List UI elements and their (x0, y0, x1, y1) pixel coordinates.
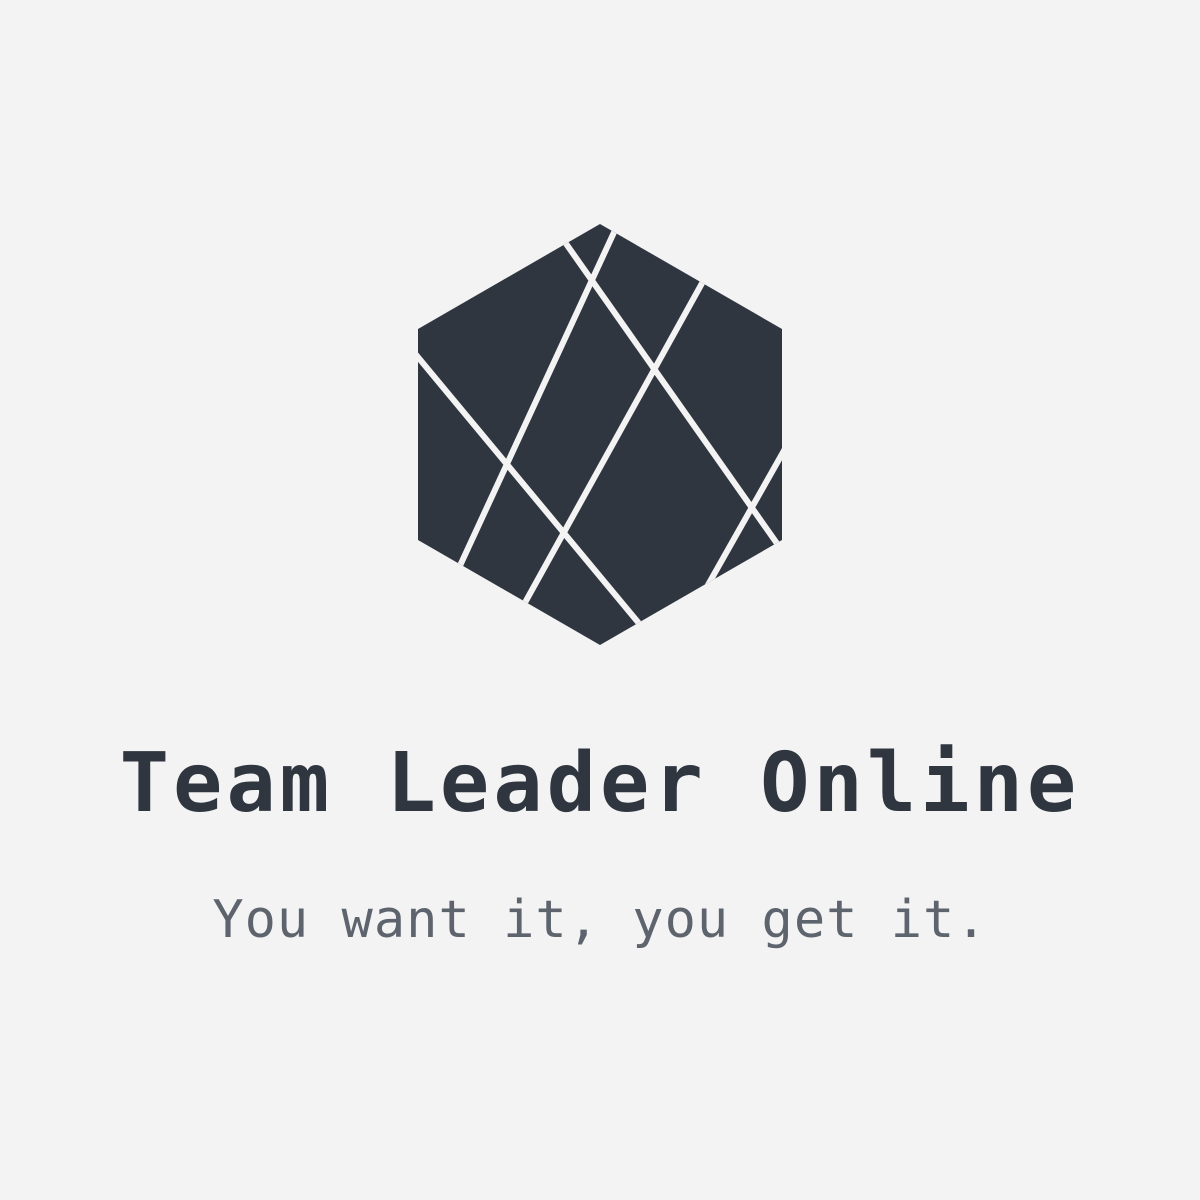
brand-name: Team Leader Online (119, 736, 1081, 831)
tagline: You want it, you get it. (212, 890, 988, 950)
faceted-hexagon-icon (410, 215, 790, 655)
